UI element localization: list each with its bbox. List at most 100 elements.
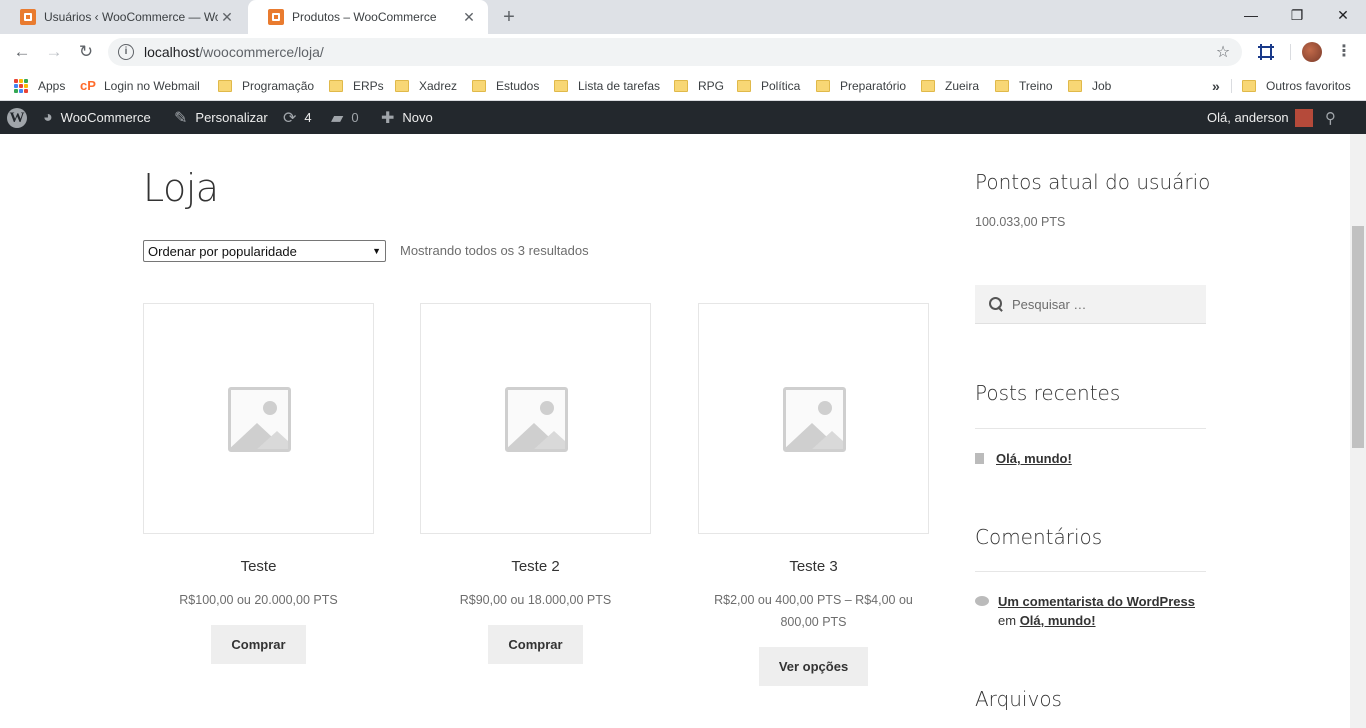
- buy-button[interactable]: Comprar: [488, 625, 583, 664]
- browser-toolbar: ← → ↻ i localhost/woocommerce/loja/ ☆ ⋮: [0, 34, 1366, 70]
- bookmarks-divider: [1231, 79, 1232, 93]
- tab-close-icon[interactable]: ✕: [460, 8, 478, 26]
- folder-icon: [674, 80, 688, 92]
- paintbrush-icon: ✎: [174, 109, 188, 127]
- view-options-button[interactable]: Ver opções: [758, 647, 869, 686]
- bookmark-folder-outros-favoritos[interactable]: Outros favoritos: [1242, 76, 1351, 96]
- tab-title: Produtos – WooCommerce: [292, 10, 437, 24]
- bookmark-folder-programacao[interactable]: Programação: [218, 76, 314, 96]
- page-content: Loja Ordenar por popularidade ▼ Mostrand…: [0, 134, 1350, 728]
- bookmark-folder-estudos[interactable]: Estudos: [472, 76, 539, 96]
- folder-icon: [218, 80, 232, 92]
- admin-bar-new[interactable]: ✚ Novo: [381, 101, 433, 134]
- admin-bar-search-icon[interactable]: ⚲: [1325, 101, 1336, 134]
- cpanel-icon: cP: [80, 78, 96, 93]
- folder-icon: [1068, 80, 1082, 92]
- folder-icon: [995, 80, 1009, 92]
- bookmark-webmail[interactable]: cP Login no Webmail: [80, 76, 200, 96]
- url-text[interactable]: localhost/woocommerce/loja/: [144, 44, 1212, 60]
- bookmark-folder-politica[interactable]: Política: [737, 76, 800, 96]
- dashboard-gauge-icon: ◕: [43, 108, 53, 126]
- comment-post-line: em Olá, mundo!: [998, 613, 1096, 628]
- admin-bar-updates[interactable]: ⟳ 4: [283, 101, 312, 134]
- bookmarks-bar: Apps cP Login no Webmail Programação ERP…: [0, 70, 1366, 101]
- reload-icon[interactable]: ↻: [72, 38, 100, 66]
- result-count: Mostrando todos os 3 resultados: [400, 243, 589, 258]
- image-placeholder-icon: [505, 387, 568, 452]
- admin-bar-customize[interactable]: ✎ Personalizar: [174, 101, 268, 134]
- admin-bar-account[interactable]: Olá, anderson: [1207, 101, 1313, 134]
- address-bar[interactable]: i localhost/woocommerce/loja/ ☆: [108, 38, 1242, 66]
- dropdown-caret-icon: ▼: [372, 246, 381, 256]
- comment-author-link[interactable]: Um comentarista do WordPress: [998, 594, 1195, 609]
- extension-icon[interactable]: [1256, 42, 1276, 62]
- comments-widget-title: Comentários: [975, 525, 1103, 549]
- close-window-button[interactable]: ✕: [1320, 0, 1366, 32]
- tab-title: Usuários ‹ WooCommerce — Wo: [44, 10, 218, 24]
- bookmark-folder-job[interactable]: Job: [1068, 76, 1111, 96]
- user-avatar: [1294, 108, 1313, 127]
- updates-icon: ⟳: [283, 109, 297, 127]
- wp-logo-button[interactable]: W: [7, 101, 27, 134]
- wp-admin-bar: W ◕ WooCommerce ✎ Personalizar ⟳ 4 ▰ 0 ✚…: [0, 101, 1366, 134]
- search-input[interactable]: Pesquisar …: [975, 285, 1206, 324]
- folder-icon: [329, 80, 343, 92]
- apps-grid-icon: [14, 79, 28, 93]
- image-placeholder-icon: [228, 387, 291, 452]
- product-name[interactable]: Teste: [143, 558, 374, 575]
- product-image[interactable]: [420, 303, 651, 534]
- points-widget-title: Pontos atual do usuário: [975, 170, 1211, 194]
- product-price: R$100,00 ou 20.000,00 PTS: [179, 593, 338, 607]
- folder-icon: [816, 80, 830, 92]
- xampp-favicon-icon: [20, 9, 36, 25]
- wordpress-logo-icon: W: [7, 107, 27, 128]
- page-scrollbar[interactable]: [1350, 134, 1366, 728]
- points-value: 100.033,00 PTS: [975, 215, 1066, 229]
- bookmark-apps[interactable]: Apps: [14, 76, 65, 96]
- bookmark-folder-xadrez[interactable]: Xadrez: [395, 76, 457, 96]
- product-image[interactable]: [698, 303, 929, 534]
- new-tab-button[interactable]: +: [498, 6, 520, 28]
- bookmark-folder-zueira[interactable]: Zueira: [921, 76, 979, 96]
- search-icon: [989, 297, 1003, 311]
- document-icon: [975, 453, 984, 464]
- comment-bubble-icon: ▰: [331, 109, 344, 127]
- tab-usuarios[interactable]: Usuários ‹ WooCommerce — Wo ✕: [0, 0, 246, 34]
- bookmarks-overflow-button[interactable]: »: [1212, 76, 1220, 96]
- orderby-select[interactable]: Ordenar por popularidade ▼: [143, 240, 386, 262]
- admin-bar-comments[interactable]: ▰ 0: [331, 101, 359, 134]
- divider: [975, 571, 1206, 572]
- back-arrow-icon[interactable]: ←: [8, 38, 36, 66]
- tab-close-icon[interactable]: ✕: [218, 8, 236, 26]
- admin-bar-site[interactable]: ◕ WooCommerce: [43, 101, 151, 134]
- folder-icon: [472, 80, 486, 92]
- tab-produtos[interactable]: Produtos – WooCommerce ✕: [248, 0, 488, 34]
- bookmark-folder-rpg[interactable]: RPG: [674, 76, 724, 96]
- scrollbar-thumb[interactable]: [1352, 226, 1364, 448]
- buy-button[interactable]: Comprar: [211, 625, 306, 664]
- bookmark-folder-treino[interactable]: Treino: [995, 76, 1053, 96]
- forward-arrow-icon[interactable]: →: [40, 38, 68, 66]
- toolbar-divider: [1290, 44, 1291, 60]
- recent-post-link[interactable]: Olá, mundo!: [996, 451, 1072, 466]
- recent-comment-item: Um comentarista do WordPress: [975, 594, 1195, 609]
- plus-icon: ✚: [381, 109, 395, 127]
- page-title: Loja: [143, 166, 219, 210]
- info-icon[interactable]: i: [118, 44, 134, 60]
- profile-avatar[interactable]: [1302, 42, 1322, 62]
- folder-icon: [1242, 80, 1256, 92]
- restore-button[interactable]: ❐: [1274, 0, 1320, 32]
- product-price: R$2,00 ou 400,00 PTS – R$4,00 ou 800,00 …: [714, 593, 913, 629]
- product-name[interactable]: Teste 2: [420, 558, 651, 575]
- product-name[interactable]: Teste 3: [698, 558, 929, 575]
- bookmark-folder-erps[interactable]: ERPs: [329, 76, 384, 96]
- product-image[interactable]: [143, 303, 374, 534]
- minimize-button[interactable]: —: [1228, 0, 1274, 32]
- comment-post-link[interactable]: Olá, mundo!: [1020, 613, 1096, 628]
- folder-icon: [554, 80, 568, 92]
- bookmark-folder-lista-de-tarefas[interactable]: Lista de tarefas: [554, 76, 660, 96]
- bookmark-folder-preparatorio[interactable]: Preparatório: [816, 76, 906, 96]
- xampp-favicon-icon: [268, 9, 284, 25]
- bookmark-star-icon[interactable]: ☆: [1212, 42, 1234, 62]
- menu-dots-icon[interactable]: ⋮: [1334, 40, 1354, 64]
